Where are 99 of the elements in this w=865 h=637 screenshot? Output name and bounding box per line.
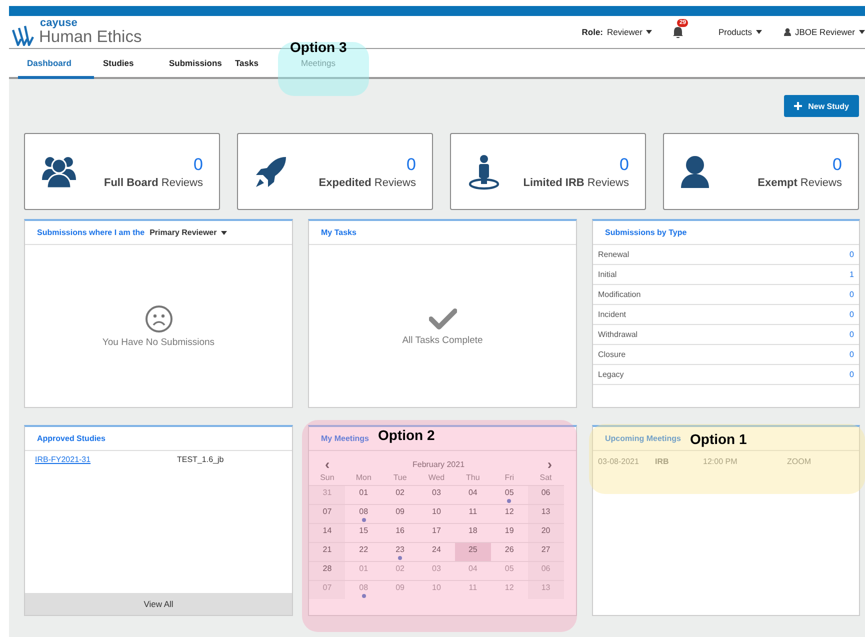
caret-icon xyxy=(646,30,652,34)
caret-icon xyxy=(756,30,762,34)
submission-count: 0 xyxy=(850,330,854,339)
weekday-label: Fri xyxy=(504,472,516,484)
person-icon xyxy=(680,154,710,188)
review-label: Full Board Reviews xyxy=(104,176,203,188)
submission-type: Modification xyxy=(598,290,641,299)
bell-icon xyxy=(672,26,684,38)
new-study-button[interactable]: New Study xyxy=(784,95,859,117)
calendar-day[interactable]: 20 xyxy=(528,523,564,542)
panel-title: Submissions by Type xyxy=(605,228,687,237)
calendar-day[interactable]: 16 xyxy=(382,523,418,542)
study-link[interactable]: IRB-FY2021-31 xyxy=(35,455,177,467)
calendar-day[interactable]: 17 xyxy=(418,523,455,542)
annotation-label: Option 3 xyxy=(290,39,347,55)
weekday-label: Wed xyxy=(427,472,446,484)
calendar-day[interactable]: 13 xyxy=(528,504,564,523)
annotation-label: Option 1 xyxy=(690,431,747,447)
meeting-time: 12:00 PM xyxy=(703,457,738,466)
panel-title: Submissions where I am the xyxy=(37,228,145,237)
review-count: 0 xyxy=(832,154,842,174)
submission-type: Closure xyxy=(598,350,626,359)
calendar-day[interactable]: 14 xyxy=(309,523,346,542)
calendar-day[interactable]: 09 xyxy=(382,504,418,523)
empty-message: You Have No Submissions xyxy=(102,336,215,348)
checkmark-icon xyxy=(428,306,456,330)
calendar-day[interactable]: 01 xyxy=(345,485,382,504)
person-on-spot-icon xyxy=(467,154,501,190)
calendar-day[interactable]: 11 xyxy=(454,504,492,523)
review-count: 0 xyxy=(194,154,203,174)
calendar-day[interactable]: 28 xyxy=(309,561,346,580)
caret-icon xyxy=(220,230,227,234)
calendar-day[interactable]: 02 xyxy=(382,485,418,504)
review-label: Exempt Reviews xyxy=(758,176,842,188)
submission-count: 0 xyxy=(850,350,854,359)
caret-icon xyxy=(859,30,865,34)
brand-name: cayuse xyxy=(40,18,78,30)
next-month-button[interactable]: › xyxy=(547,457,552,471)
weekday-label: Mon xyxy=(354,472,372,484)
panel-title: My Meetings xyxy=(321,434,370,443)
view-all-button[interactable]: View All xyxy=(25,593,292,615)
meeting-location: ZOOM xyxy=(787,457,811,466)
calendar-day[interactable]: 04 xyxy=(454,485,492,504)
panel-title: Upcoming Meetings xyxy=(605,434,682,443)
review-card[interactable]: 0 Expedited Reviews xyxy=(237,133,433,210)
role-dropdown[interactable]: Role: Reviewer xyxy=(582,27,652,37)
review-card[interactable]: 0 Exempt Reviews xyxy=(663,133,859,210)
calendar-day[interactable]: 15 xyxy=(345,523,382,542)
submission-type: Withdrawal xyxy=(598,330,638,339)
month-label: February 2021 xyxy=(412,460,465,468)
product-name: Human Ethics xyxy=(39,29,142,46)
submission-count: 0 xyxy=(850,290,854,299)
products-dropdown[interactable]: Products xyxy=(718,27,762,37)
calendar-day[interactable]: 22 xyxy=(345,542,382,561)
review-count: 0 xyxy=(406,154,416,174)
plus-icon xyxy=(794,102,802,110)
submission-count: 0 xyxy=(850,370,854,379)
weekday-label: Tue xyxy=(392,472,408,484)
calendar-day[interactable]: 10 xyxy=(418,504,455,523)
submission-count: 1 xyxy=(850,270,854,279)
submission-type: Incident xyxy=(598,310,626,319)
weekday-label: Sun xyxy=(319,472,336,484)
nav-tab[interactable]: Studies xyxy=(94,49,160,79)
panel-title: My Tasks xyxy=(321,228,356,237)
people-group-icon xyxy=(41,154,77,189)
review-count: 0 xyxy=(620,154,629,174)
sad-face-icon xyxy=(144,304,172,332)
review-label: Limited IRB Reviews xyxy=(523,176,629,188)
submission-type: Initial xyxy=(598,270,617,279)
annotation-label: Option 2 xyxy=(378,427,435,443)
calendar-day[interactable]: 23 xyxy=(382,542,418,561)
calendar-day[interactable]: 08 xyxy=(345,504,382,523)
empty-message: All Tasks Complete xyxy=(402,334,483,346)
review-card[interactable]: 0 Full Board Reviews xyxy=(24,133,220,210)
panel-title: Approved Studies xyxy=(37,434,106,443)
user-icon xyxy=(784,28,791,36)
meeting-date: 03-08-2021 xyxy=(598,457,640,466)
submission-type: Renewal xyxy=(598,250,630,259)
study-name: TEST_1.6_jb xyxy=(177,455,224,466)
submission-type: Legacy xyxy=(598,370,624,379)
submission-count: 0 xyxy=(850,250,854,259)
calendar-day[interactable]: 27 xyxy=(528,542,564,561)
weekday-label: Sat xyxy=(538,472,553,484)
review-label: Expedited Reviews xyxy=(318,176,416,188)
previous-month-button[interactable]: ‹ xyxy=(325,457,330,471)
rocket-icon xyxy=(254,154,288,188)
weekday-label: Thu xyxy=(465,472,481,484)
nav-tab[interactable]: Tasks xyxy=(226,49,292,79)
reviewer-dropdown[interactable]: Primary Reviewer xyxy=(150,228,227,237)
nav-tab[interactable]: Submissions xyxy=(160,49,226,79)
calendar-day[interactable]: 03 xyxy=(418,485,455,504)
review-card[interactable]: 0 Limited IRB Reviews xyxy=(450,133,646,210)
meeting-committee: IRB xyxy=(655,457,670,466)
calendar-day[interactable]: 25 xyxy=(454,542,492,561)
submission-count: 0 xyxy=(850,310,854,319)
calendar-day[interactable]: 07 xyxy=(309,504,346,523)
calendar-day[interactable]: 06 xyxy=(528,485,564,504)
calendar-day[interactable]: 21 xyxy=(309,542,346,561)
user-menu[interactable]: JBOE Reviewer xyxy=(784,27,865,37)
